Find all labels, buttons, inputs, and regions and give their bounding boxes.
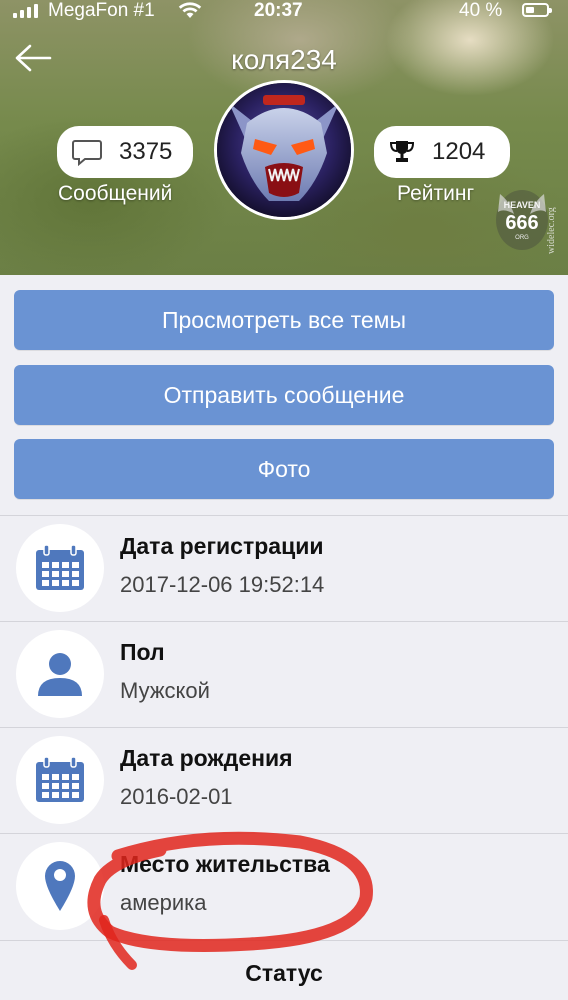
watermark-logo: HEAVEN 666 ORG widelec.org xyxy=(496,190,556,254)
icon-circle xyxy=(16,630,104,718)
gender-label: Пол xyxy=(120,639,165,665)
calendar-icon xyxy=(36,544,84,590)
info-row-registration: Дата регистрации 2017-12-06 19:52:14 xyxy=(0,515,568,621)
map-pin-icon xyxy=(45,861,75,911)
info-row-birthday: Дата рождения 2016-02-01 xyxy=(0,727,568,833)
residence-label: Место жительства xyxy=(120,851,330,877)
messages-label: Сообщений xyxy=(58,182,173,205)
profile-header: MegaFon #1 20:37 40 % коля234 3375 Сообщ… xyxy=(0,0,568,275)
rating-label: Рейтинг xyxy=(397,182,475,205)
view-topics-button[interactable]: Просмотреть все темы xyxy=(14,290,554,350)
birthday-value: 2016-02-01 xyxy=(120,784,233,809)
signal-icon xyxy=(13,4,38,18)
info-row-residence: Место жительства америка xyxy=(0,833,568,939)
status-bar: MegaFon #1 20:37 40 % xyxy=(0,0,568,26)
residence-value: америка xyxy=(120,890,207,915)
watermark-side-text: widelec.org xyxy=(546,207,556,254)
carrier-name: MegaFon #1 xyxy=(48,0,155,21)
messages-count-pill[interactable]: 3375 xyxy=(57,126,193,178)
messages-count: 3375 xyxy=(119,138,173,165)
registration-label: Дата регистрации xyxy=(120,533,324,559)
icon-circle xyxy=(16,524,104,612)
birthday-label: Дата рождения xyxy=(120,745,293,771)
avatar-image xyxy=(217,83,351,217)
rating-pill[interactable]: 1204 xyxy=(374,126,510,178)
gender-value: Мужской xyxy=(120,678,210,703)
divider xyxy=(0,940,568,941)
chat-bubble-icon xyxy=(72,140,102,166)
trophy-icon xyxy=(389,141,415,162)
person-icon xyxy=(38,653,82,696)
icon-circle xyxy=(16,736,104,824)
watermark-suffix: ORG xyxy=(515,235,529,241)
icon-circle xyxy=(16,842,104,930)
watermark-number: 666 xyxy=(505,212,538,234)
calendar-icon xyxy=(36,756,84,802)
avatar[interactable] xyxy=(214,80,354,220)
registration-value: 2017-12-06 19:52:14 xyxy=(120,572,325,597)
status-time: 20:37 xyxy=(254,0,303,21)
battery-icon xyxy=(522,3,552,17)
status-heading: Статус xyxy=(245,960,323,986)
photo-button[interactable]: Фото xyxy=(14,439,554,499)
info-row-gender: Пол Мужской xyxy=(0,621,568,727)
rating-count: 1204 xyxy=(432,138,486,165)
battery-percent: 40 % xyxy=(459,0,503,21)
page-title: коля234 xyxy=(231,44,337,75)
send-message-button[interactable]: Отправить сообщение xyxy=(14,365,554,425)
watermark-brand: HEAVEN xyxy=(504,200,541,210)
wifi-icon xyxy=(178,2,202,18)
